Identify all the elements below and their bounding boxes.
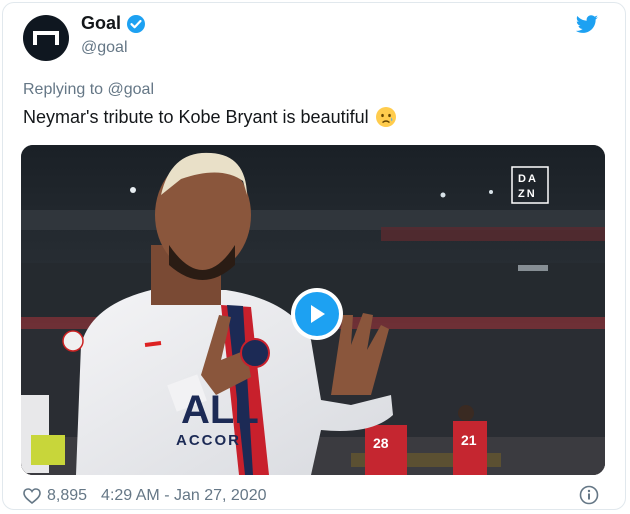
tweet-footer: 8,895 4:29 AM - Jan 27, 2020 (23, 487, 267, 505)
shirt-sponsor-sub: ACCOR (176, 432, 241, 449)
goal-logo-icon (33, 31, 59, 45)
tweet-card: Goal @goal Replying to @goal Neymar's tr… (2, 2, 626, 510)
reply-handle-link[interactable]: @goal (108, 81, 155, 98)
tweet-text-row: Neymar's tribute to Kobe Bryant is beaut… (23, 106, 397, 128)
player-number-21: 21 (461, 432, 477, 448)
user-name-row[interactable]: Goal (81, 13, 146, 34)
user-name[interactable]: Goal (81, 13, 121, 34)
play-icon (311, 305, 325, 323)
verified-badge-icon (127, 14, 146, 33)
avatar[interactable] (23, 15, 69, 61)
user-handle[interactable]: @goal (81, 39, 128, 57)
like-count[interactable]: 8,895 (47, 487, 87, 505)
dazn-line2: ZN (518, 188, 537, 200)
info-icon[interactable] (579, 485, 599, 505)
heart-icon[interactable] (23, 488, 41, 504)
reply-prefix: Replying to (23, 81, 104, 98)
shirt-sponsor: ALL (181, 388, 259, 432)
play-button[interactable] (291, 288, 343, 340)
twitter-bird-icon[interactable] (575, 15, 599, 35)
crying-face-emoji-icon (375, 107, 396, 127)
reply-context: Replying to @goal (23, 81, 154, 99)
dazn-line1: DA (518, 173, 538, 185)
play-button-inner (295, 292, 339, 336)
player-number-28: 28 (373, 435, 389, 451)
tweet-text: Neymar's tribute to Kobe Bryant is beaut… (23, 106, 369, 127)
tweet-timestamp[interactable]: 4:29 AM - Jan 27, 2020 (101, 487, 266, 505)
